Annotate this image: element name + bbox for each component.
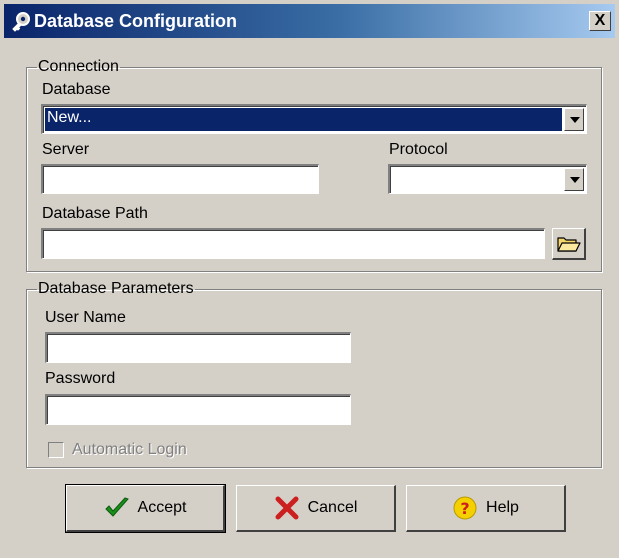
server-input-value — [45, 168, 294, 191]
database-path-value — [45, 232, 520, 256]
connection-group-label: Connection — [38, 58, 119, 75]
user-name-value — [49, 336, 326, 360]
database-dropdown-button[interactable] — [564, 108, 584, 131]
database-path-input[interactable] — [41, 228, 545, 259]
accept-button-label: Accept — [137, 499, 187, 516]
help-button-label: Help — [486, 499, 519, 516]
automatic-login-checkbox[interactable] — [48, 442, 64, 458]
close-button[interactable]: X — [589, 11, 611, 31]
user-name-label: User Name — [45, 309, 126, 326]
title-bar[interactable]: Database Configuration X — [4, 4, 615, 38]
window-title: Database Configuration — [34, 11, 238, 31]
browse-folder-button[interactable] — [552, 228, 586, 260]
protocol-dropdown-button[interactable] — [564, 168, 584, 191]
x-icon — [275, 496, 299, 520]
automatic-login-label: Automatic Login — [72, 441, 187, 458]
password-input[interactable] — [45, 394, 351, 425]
database-configuration-dialog: Database Configuration X Connection Data… — [0, 0, 619, 558]
protocol-label: Protocol — [389, 141, 448, 158]
cancel-button-label: Cancel — [307, 499, 358, 516]
database-path-label: Database Path — [42, 205, 148, 222]
database-select[interactable]: New... — [41, 104, 587, 134]
folder-open-icon — [557, 237, 581, 252]
svg-text:?: ? — [460, 499, 469, 518]
question-icon: ? — [453, 496, 477, 520]
user-name-input[interactable] — [45, 332, 351, 363]
protocol-select[interactable] — [388, 164, 587, 194]
password-value — [49, 398, 326, 422]
server-label: Server — [42, 141, 90, 158]
server-input[interactable] — [41, 164, 319, 194]
password-label: Password — [45, 370, 116, 387]
help-button[interactable]: ? Help — [406, 485, 566, 532]
cancel-button[interactable]: Cancel — [236, 485, 396, 532]
database-select-value: New... — [45, 108, 562, 131]
protocol-select-value — [392, 168, 562, 191]
accept-button[interactable]: Accept — [65, 484, 226, 533]
close-icon: X — [594, 12, 606, 29]
key-icon — [10, 11, 32, 33]
checkmark-icon — [104, 497, 129, 517]
database-label: Database — [42, 81, 111, 98]
database-parameters-group-label: Database Parameters — [38, 280, 194, 297]
